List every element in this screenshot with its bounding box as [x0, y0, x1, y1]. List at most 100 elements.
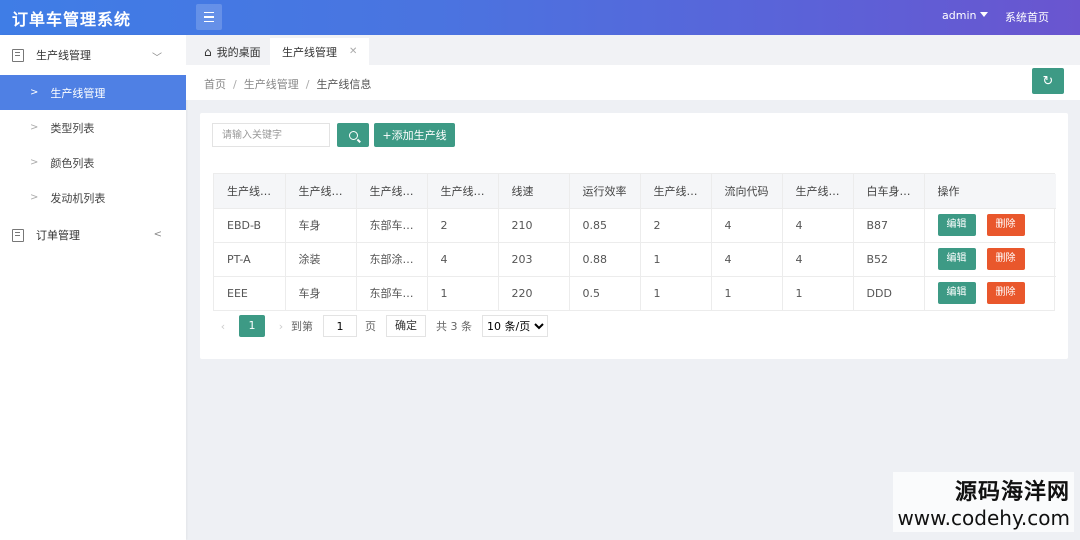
actions-cell: 编辑 删除 — [924, 207, 1056, 242]
table-cell: 4 — [427, 241, 499, 276]
column-header: 运行效率 — [569, 174, 641, 208]
chevron-right-icon: > — [30, 122, 39, 133]
table-cell: 4 — [782, 241, 854, 276]
table-cell: 4 — [711, 207, 783, 242]
table-cell: B87 — [853, 207, 925, 242]
user-name: admin — [942, 9, 977, 22]
table-cell: PT-A — [214, 241, 286, 276]
chevron-left-icon: < — [153, 229, 162, 240]
tab-label: 我的桌面 — [216, 45, 261, 59]
document-icon — [12, 48, 24, 62]
user-menu[interactable]: admin — [942, 9, 989, 22]
goto-suffix-label: 页 — [365, 320, 376, 333]
column-header: 生产线… — [427, 174, 499, 208]
table-cell: 0.85 — [569, 207, 641, 242]
table-cell: 203 — [498, 241, 570, 276]
table-cell: 2 — [640, 207, 712, 242]
goto-confirm-button[interactable]: 确定 — [386, 315, 426, 337]
close-icon[interactable]: ✕ — [349, 46, 357, 57]
sidebar-item-production-line[interactable]: > 生产线管理 — [0, 75, 186, 110]
sidebar-item-label: 颜色列表 — [50, 156, 95, 170]
breadcrumb-bar: 首页 / 生产线管理 / 生产线信息 ↻ — [186, 65, 1080, 100]
tab-bar: ⌂ 我的桌面 生产线管理 ✕ — [186, 35, 1080, 65]
table-cell: EBD-B — [214, 207, 286, 242]
tab-my-desktop[interactable]: ⌂ 我的桌面 — [192, 38, 273, 65]
sidebar-item-color-list[interactable]: > 颜色列表 — [0, 145, 186, 180]
system-home-link[interactable]: 系统首页 — [1005, 9, 1049, 25]
breadcrumb-item[interactable]: 首页 — [204, 78, 226, 91]
table-cell: 东部车… — [356, 207, 428, 242]
table-cell: 210 — [498, 207, 570, 242]
column-header: 生产线… — [640, 174, 712, 208]
nav-group-production-line[interactable]: 生产线管理 ﹀ — [0, 35, 186, 75]
page-size-select[interactable]: 10 条/页 — [482, 315, 548, 337]
watermark-name: 源码海洋网 — [954, 479, 1070, 505]
sidebar-item-engine-list[interactable]: > 发动机列表 — [0, 180, 186, 215]
search-input[interactable] — [212, 123, 330, 147]
column-header: 生产线… — [356, 174, 428, 208]
next-page-icon[interactable]: › — [271, 320, 291, 333]
nav-group-order[interactable]: 订单管理 < — [0, 215, 186, 255]
sidebar-item-label: 类型列表 — [50, 121, 95, 135]
tab-label: 生产线管理 — [282, 45, 337, 59]
chevron-right-icon: > — [30, 157, 39, 168]
delete-button[interactable]: 删除 — [986, 282, 1025, 305]
table-cell: 4 — [782, 207, 854, 242]
total-count: 共 3 条 — [436, 320, 472, 333]
table-cell: 4 — [711, 241, 783, 276]
search-button[interactable] — [337, 123, 369, 147]
watermark-url: www.codehy.com — [897, 506, 1070, 530]
document-icon — [12, 228, 24, 242]
column-header: 生产线… — [214, 174, 286, 208]
breadcrumb-current: 生产线信息 — [316, 78, 372, 91]
column-header: 线速 — [498, 174, 570, 208]
actions-cell: 编辑 删除 — [924, 241, 1056, 276]
menu-toggle-button[interactable] — [196, 4, 222, 30]
delete-button[interactable]: 删除 — [986, 248, 1025, 270]
sidebar-item-type-list[interactable]: > 类型列表 — [0, 110, 186, 145]
actions-cell: 编辑 删除 — [924, 275, 1056, 310]
breadcrumb: 首页 / 生产线管理 / 生产线信息 — [204, 78, 372, 91]
table-cell: 1 — [640, 275, 712, 310]
column-header: 生产线… — [782, 174, 854, 208]
hamburger-icon — [204, 10, 214, 24]
edit-button[interactable]: 编辑 — [937, 282, 976, 305]
goto-page-input[interactable] — [323, 315, 357, 337]
table-cell: 0.5 — [569, 275, 641, 310]
chevron-right-icon: > — [30, 192, 39, 203]
table-cell: 1 — [782, 275, 854, 310]
table-cell: 1 — [711, 275, 783, 310]
add-production-line-button[interactable]: +添加生产线 — [374, 123, 455, 147]
table-cell: B52 — [853, 241, 925, 276]
refresh-icon: ↻ — [1042, 73, 1054, 89]
table-header-row: 生产线… 生产线… 生产线… 生产线… 线速 运行效率 生产线… 流向代码 生产… — [214, 174, 1056, 208]
app-title: 订单车管理系统 — [12, 10, 132, 29]
delete-button[interactable]: 删除 — [986, 214, 1025, 236]
chevron-right-icon: > — [30, 87, 39, 98]
prev-page-icon[interactable]: ‹ — [213, 320, 233, 333]
watermark: 源码海洋网 www.codehy.com — [893, 472, 1074, 532]
table-cell: 1 — [640, 241, 712, 276]
table-cell: DDD — [853, 275, 925, 310]
column-header: 白车身… — [853, 174, 925, 208]
nav-group-label: 生产线管理 — [36, 49, 91, 62]
chevron-down-icon: ﹀ — [152, 53, 162, 64]
sidebar: 生产线管理 ﹀ > 生产线管理 > 类型列表 > 颜色列表 > 发动机列表 订单… — [0, 35, 186, 540]
edit-button[interactable]: 编辑 — [937, 214, 976, 236]
nav-group-label: 订单管理 — [36, 229, 80, 242]
column-header: 生产线… — [285, 174, 357, 208]
tab-production-line[interactable]: 生产线管理 ✕ — [270, 38, 370, 65]
data-table: 生产线… 生产线… 生产线… 生产线… 线速 运行效率 生产线… 流向代码 生产… — [213, 173, 1056, 311]
refresh-button[interactable]: ↻ — [1032, 68, 1064, 94]
sidebar-item-label: 发动机列表 — [50, 191, 106, 205]
column-header: 操作 — [924, 174, 1056, 208]
breadcrumb-item[interactable]: 生产线管理 — [244, 78, 299, 91]
table-cell: EEE — [214, 275, 286, 310]
table-row: PT-A 涂装 东部涂… 4 203 0.88 1 4 4 B52 编辑 删除 — [214, 241, 1056, 276]
pagination: ‹ 1 › 到第 页 确定 共 3 条 10 条/页 — [213, 313, 548, 339]
page-number-current[interactable]: 1 — [239, 315, 265, 337]
edit-button[interactable]: 编辑 — [937, 248, 976, 270]
table-cell: 220 — [498, 275, 570, 310]
table-cell: 车身 — [285, 275, 357, 310]
search-icon — [348, 130, 358, 140]
